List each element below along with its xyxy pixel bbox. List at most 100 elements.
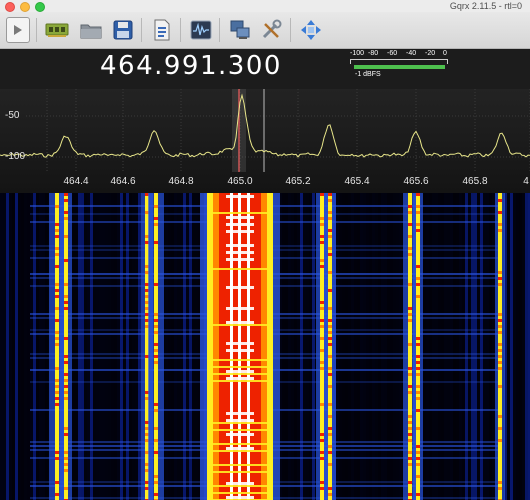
waterfall-noise-column [432,193,435,500]
load-settings-button[interactable] [149,17,175,43]
waterfall-noise-column [174,193,177,500]
waterfall-signal-speck [408,253,412,256]
waterfall-noise-column [81,193,84,500]
waterfall-noise-column [423,193,426,500]
waterfall-noise-column [459,193,462,500]
remote-control-button[interactable] [227,17,253,43]
waterfall-noise-column [381,193,384,500]
waterfall-noise-column [354,193,357,500]
waterfall-noise-column [6,193,9,500]
waterfall-signal-speck [55,403,59,406]
waterfall-noise-column [0,193,3,500]
freq-axis-label: 465.2 [285,176,311,187]
waterfall-noise-column [165,193,168,500]
open-file-button[interactable] [78,17,104,43]
waterfall-signal-speck [328,193,332,196]
waterfall-main-band-flash [207,450,273,452]
waterfall-main-band-flash [207,443,273,445]
freq-axis-label: 464.6 [110,176,136,187]
waterfall-noise-column [306,193,309,500]
waterfall-noise-column [189,193,192,500]
waterfall-noise-column [399,193,402,500]
waterfall-signal-speck [416,367,420,370]
waterfall-signal-speck [64,301,68,304]
waterfall-signal-speck [55,397,59,400]
waterfall-noise-column [93,193,96,500]
waterfall-signal-speck [328,451,332,454]
waterfall-signal-speck [320,457,324,460]
waterfall-noise-column [474,193,477,500]
settings-button[interactable] [258,17,284,43]
waterfall-noise-column [114,193,117,500]
waterfall-signal-speck [55,331,59,334]
fullscreen-button[interactable] [298,17,324,43]
waterfall-noise-column [429,193,432,500]
start-dsp-button[interactable] [5,17,31,43]
freq-axis-label: 464.4 [63,176,89,187]
waterfall-main-band-flash [226,286,254,289]
configure-device-button[interactable] [44,17,70,43]
waterfall-display[interactable] [0,193,530,500]
db-axis-label: -100 [5,151,26,162]
waterfall-signal-speck [498,361,502,364]
waterfall-signal-speck [328,487,332,490]
waterfall-signal-speck [416,451,420,454]
waterfall-signal-speck [416,193,420,196]
waterfall-signal-speck [154,205,158,208]
waterfall-signal-speck [498,427,502,430]
waterfall-main-band-flash [226,349,254,352]
waterfall-noise-column [471,193,474,500]
waterfall-signal-speck [64,397,68,400]
waterfall-signal-speck [328,271,332,274]
waterfall-signal-speck [328,217,332,220]
waterfall-noise-column [297,193,300,500]
waterfall-signal-speck [416,361,420,364]
screenshot-button[interactable] [188,17,214,43]
frequency-panel: 464.991.300 -100 -80 -60 -40 -20 0 -1 dB… [0,49,530,89]
waterfall-main-band-flash [207,268,273,270]
minimize-window-button[interactable] [20,2,30,12]
waterfall-signal-speck [408,451,412,454]
waterfall-signal-speck [416,445,420,448]
waterfall-noise-column [483,193,486,500]
waterfall-signal-speck [55,367,59,370]
waterfall-signal-speck [328,289,332,292]
close-window-button[interactable] [5,2,15,12]
waterfall-noise-column [33,193,36,500]
waterfall-noise-column [510,193,513,500]
waterfall-noise-column [45,193,48,500]
waterfall-noise-column [507,193,510,500]
waterfall-signal-speck [416,427,420,430]
toolbar-separator [290,18,291,42]
waterfall-noise-column [468,193,471,500]
waterfall-main-band-flash [226,195,254,198]
frequency-display[interactable]: 464.991.300 [100,51,282,81]
waterfall-main-band-core [230,193,233,500]
zoom-window-button[interactable] [35,2,45,12]
waterfall-noise-column [90,193,93,500]
waterfall-noise-column [123,193,126,500]
waterfall-signal-speck [408,427,412,430]
waterfall-signal-speck [416,223,420,226]
waterfall-signal-speck [154,481,158,484]
waterfall-signal-speck [416,457,420,460]
waterfall-signal-speck [320,217,324,220]
waterfall-signal-speck [55,385,59,388]
waterfall-noise-column [120,193,123,500]
waterfall-graph[interactable] [0,193,530,500]
waterfall-signal-speck [154,475,158,478]
waterfall-noise-column [12,193,15,500]
waterfall-signal-speck [64,373,68,376]
save-settings-button[interactable] [110,17,136,43]
waterfall-signal-speck [328,253,332,256]
waterfall-signal-speck [328,427,332,430]
spectrum-plot[interactable]: -50 -100 464.4 464.6 464.8 465.0 465.2 4… [0,89,530,193]
waterfall-noise-column [372,193,375,500]
waterfall-signal-speck [154,217,158,220]
freq-axis-label: 4 [523,176,529,187]
waterfall-signal-speck [408,463,412,466]
waterfall-signal-speck [498,349,502,352]
waterfall-main-band-flash [226,223,254,226]
waterfall-noise-column [393,193,396,500]
waterfall-noise-column [111,193,114,500]
